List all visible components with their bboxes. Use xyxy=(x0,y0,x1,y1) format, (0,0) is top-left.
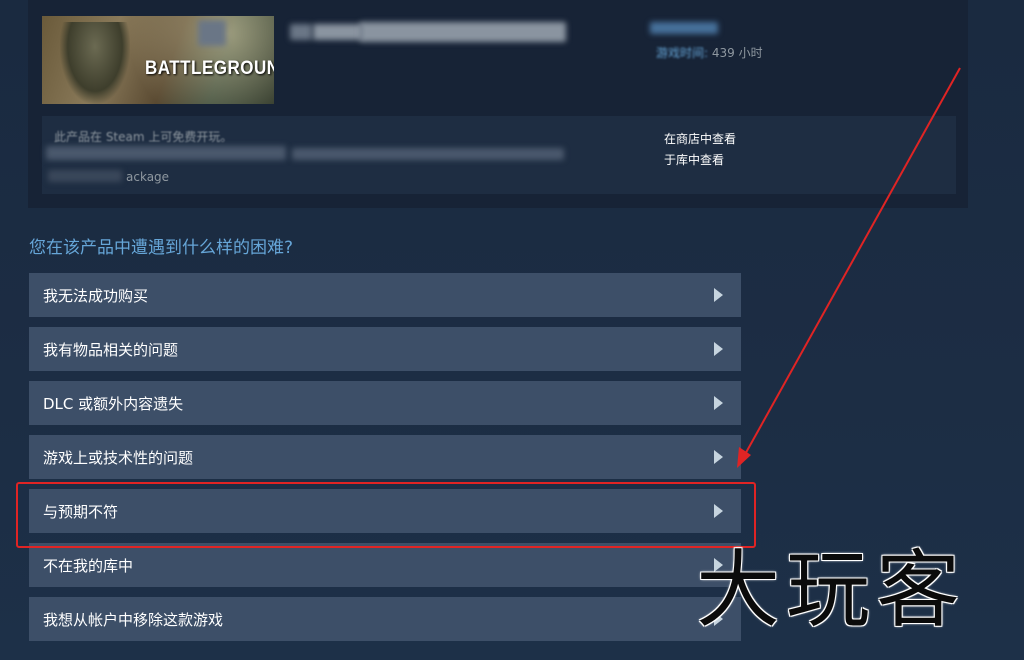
watermark: 大玩客 xyxy=(696,541,967,639)
